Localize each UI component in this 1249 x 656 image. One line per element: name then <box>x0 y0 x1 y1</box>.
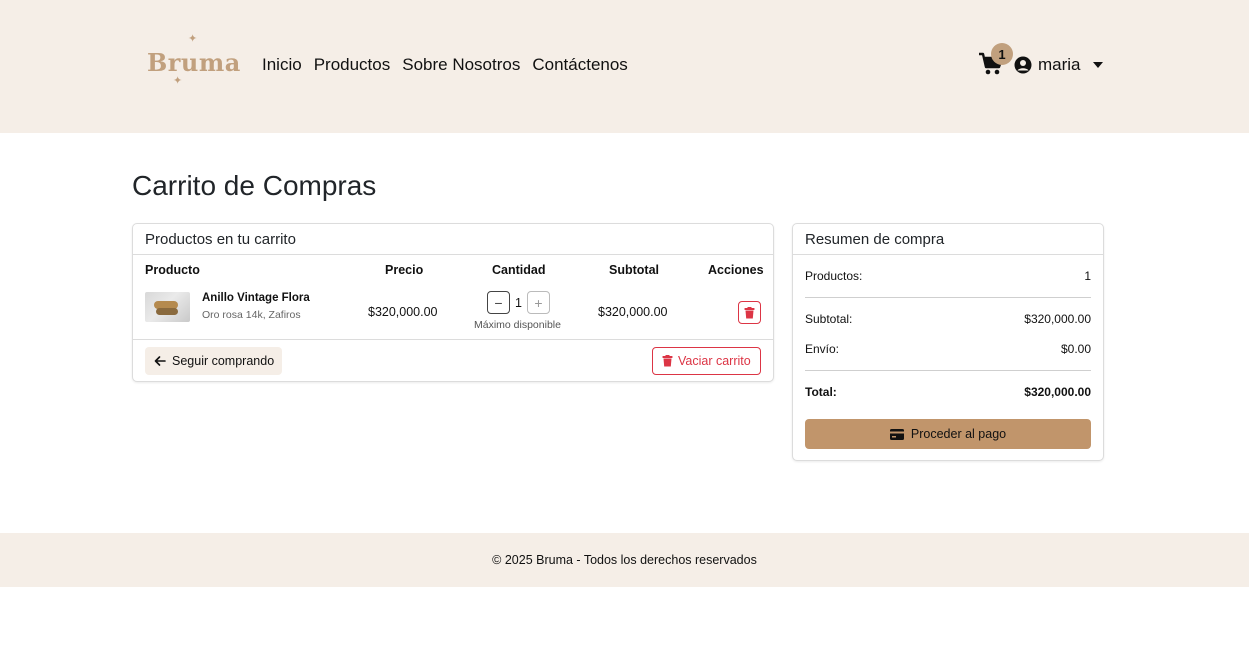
summary-total-value: $320,000.00 <box>1024 385 1091 399</box>
credit-card-icon <box>889 428 904 440</box>
sparkle-icon: ✦ <box>173 75 183 87</box>
divider <box>133 339 773 340</box>
arrow-left-icon <box>154 356 166 366</box>
empty-cart-label: Vaciar carrito <box>678 354 751 368</box>
summary-products-value: 1 <box>1084 269 1091 283</box>
continue-shopping-button[interactable]: Seguir comprando <box>145 347 282 375</box>
decrease-quantity-button[interactable]: − <box>487 291 510 314</box>
continue-shopping-label: Seguir comprando <box>172 354 275 368</box>
summary-shipping-value: $0.00 <box>1060 342 1091 356</box>
summary-total-label: Total: <box>805 385 837 399</box>
quantity-value: 1 <box>515 296 522 310</box>
footer-text: © 2025 Bruma - Todos los derechos reserv… <box>492 553 757 567</box>
column-header-cantidad: Cantidad <box>492 263 546 277</box>
trash-icon <box>744 306 755 318</box>
increase-quantity-button[interactable]: + <box>527 291 550 314</box>
proceed-to-payment-button[interactable]: Proceder al pago <box>805 419 1091 449</box>
summary-subtotal-value: $320,000.00 <box>1024 312 1091 326</box>
column-header-producto: Producto <box>145 263 200 277</box>
summary-subtotal-label: Subtotal: <box>805 312 853 326</box>
summary-shipping-row: Envío: $0.00 <box>805 342 1091 356</box>
summary-products-row: Productos: 1 <box>805 269 1091 283</box>
site-header: ✦ Bruma ✦ Inicio Productos Sobre Nosotro… <box>0 0 1249 133</box>
main-nav: Inicio Productos Sobre Nosotros Contácte… <box>262 55 628 75</box>
product-image <box>145 292 190 322</box>
product-name[interactable]: Anillo Vintage Flora <box>202 292 310 304</box>
site-footer: © 2025 Bruma - Todos los derechos reserv… <box>0 533 1249 587</box>
remove-item-button[interactable] <box>738 301 761 324</box>
nav-productos[interactable]: Productos <box>314 55 391 75</box>
product-subtotal: $320,000.00 <box>598 305 668 319</box>
quantity-note: Máximo disponible <box>474 319 561 331</box>
column-header-precio: Precio <box>385 263 424 277</box>
column-header-subtotal: Subtotal <box>609 263 659 277</box>
sparkle-icon: ✦ <box>188 33 198 45</box>
nav-contactenos[interactable]: Contáctenos <box>532 55 627 75</box>
logo-text: Bruma <box>147 48 241 77</box>
product-description: Oro rosa 14k, Zafiros <box>202 309 301 321</box>
nav-sobre-nosotros[interactable]: Sobre Nosotros <box>402 55 520 75</box>
divider <box>805 297 1091 298</box>
chevron-down-icon <box>1092 62 1103 68</box>
trash-icon <box>662 355 673 367</box>
summary-shipping-label: Envío: <box>805 342 840 356</box>
empty-cart-button[interactable]: Vaciar carrito <box>652 347 761 375</box>
column-header-acciones: Acciones <box>708 263 764 277</box>
nav-inicio[interactable]: Inicio <box>262 55 302 75</box>
summary-card: Resumen de compra Productos: 1 Subtotal:… <box>792 223 1104 461</box>
cart-card-title: Productos en tu carrito <box>133 224 773 255</box>
page-title: Carrito de Compras <box>132 170 377 201</box>
cart-card: Productos en tu carrito Producto Precio … <box>132 223 774 382</box>
user-circle-icon <box>1014 56 1032 74</box>
summary-subtotal-row: Subtotal: $320,000.00 <box>805 312 1091 326</box>
divider <box>805 370 1091 371</box>
user-menu[interactable]: maria <box>1014 55 1103 75</box>
summary-card-title: Resumen de compra <box>793 224 1103 255</box>
proceed-to-payment-label: Proceder al pago <box>910 427 1007 441</box>
user-name: maria <box>1038 55 1081 74</box>
summary-products-label: Productos: <box>805 269 863 283</box>
logo[interactable]: ✦ Bruma ✦ <box>145 33 240 87</box>
product-price: $320,000.00 <box>368 305 438 319</box>
summary-total-row: Total: $320,000.00 <box>805 385 1091 399</box>
cart-count-badge: 1 <box>991 43 1013 65</box>
